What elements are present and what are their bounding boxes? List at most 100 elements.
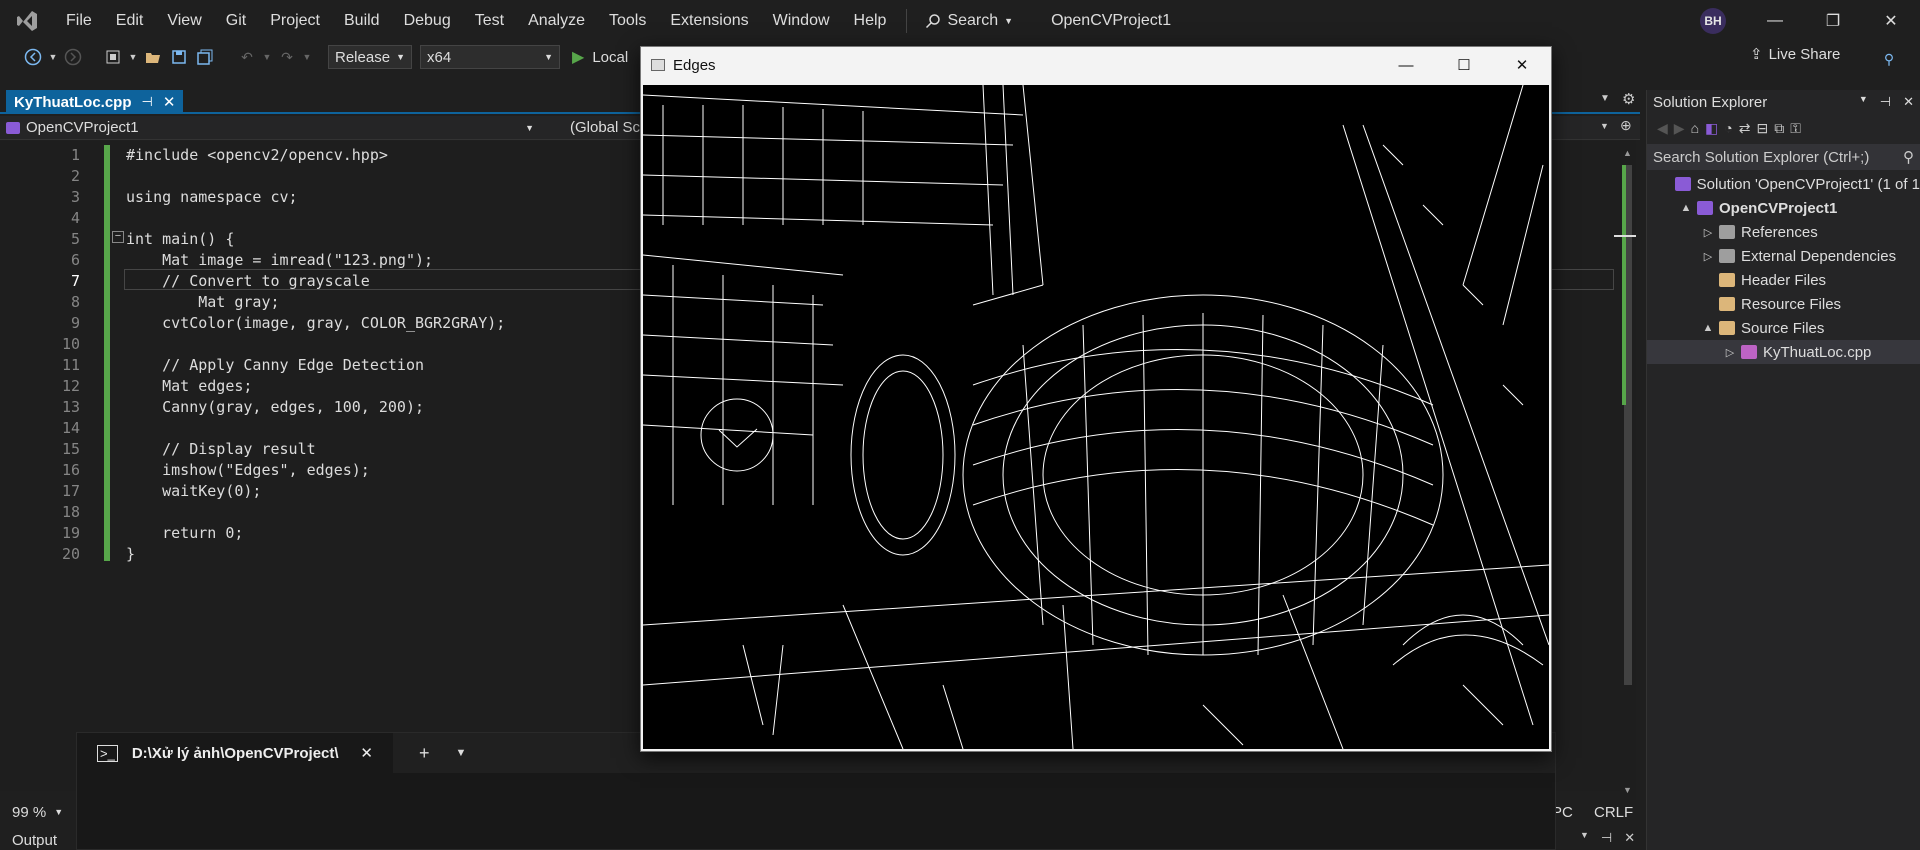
- collapsed-arrow-icon[interactable]: ▷: [1701, 226, 1715, 239]
- project-scope-dropdown[interactable]: OpenCVProject1 ▼: [0, 117, 540, 139]
- global-scope-dropdown[interactable]: (Global Sc: [564, 117, 646, 139]
- menu-debug[interactable]: Debug: [392, 6, 463, 36]
- menu-help[interactable]: Help: [842, 6, 899, 36]
- output-panel-tab[interactable]: Output: [0, 832, 69, 850]
- maximize-icon: ☐: [1457, 57, 1471, 74]
- chevron-down-icon[interactable]: ▼: [260, 44, 274, 70]
- scroll-up-icon[interactable]: ▲: [1623, 148, 1632, 158]
- edges-minimize-button[interactable]: —: [1377, 47, 1435, 83]
- chevron-down-icon[interactable]: ▼: [1600, 121, 1609, 131]
- close-tab-icon[interactable]: ✕: [163, 93, 176, 111]
- collapse-all-icon[interactable]: ⊟: [1756, 120, 1768, 137]
- user-avatar[interactable]: BH: [1700, 8, 1726, 34]
- menu-extensions[interactable]: Extensions: [658, 6, 760, 36]
- menu-file[interactable]: File: [54, 6, 104, 36]
- line-number: 13: [61, 398, 80, 416]
- pin-icon[interactable]: ⊣: [142, 94, 153, 110]
- line-number: 19: [61, 524, 80, 542]
- menu-test[interactable]: Test: [463, 6, 516, 36]
- tree-item-label: Solution 'OpenCVProject1' (1 of 1: [1696, 175, 1920, 193]
- terminal-tab[interactable]: >_ D:\Xử lý ảnh\OpenCVProject\ ✕: [77, 733, 393, 773]
- line-number: 3: [70, 188, 80, 206]
- start-debugging-button[interactable]: ▶ Local: [572, 47, 628, 67]
- menu-tools[interactable]: Tools: [597, 6, 658, 36]
- menu-edit[interactable]: Edit: [104, 6, 156, 36]
- chevron-down-icon[interactable]: ▼: [300, 44, 314, 70]
- tree-item[interactable]: ▷ External Dependencies: [1647, 244, 1920, 268]
- chevron-down-icon[interactable]: ▼: [1859, 94, 1868, 110]
- zoom-dropdown[interactable]: 99 % ▼: [12, 804, 63, 821]
- close-tab-icon[interactable]: ✕: [360, 744, 373, 762]
- expanded-arrow-icon[interactable]: ▲: [1701, 322, 1715, 334]
- expanded-arrow-icon[interactable]: ▲: [1679, 202, 1693, 214]
- switch-views-icon[interactable]: ◧: [1705, 120, 1718, 137]
- live-share-button[interactable]: ⇪ Live Share: [1750, 45, 1840, 64]
- close-icon[interactable]: ✕: [1903, 94, 1914, 110]
- edges-maximize-button[interactable]: ☐: [1435, 47, 1493, 83]
- collapse-icon[interactable]: −: [112, 231, 124, 243]
- redo-icon[interactable]: ↷: [274, 44, 300, 70]
- properties-icon[interactable]: ⚿: [1790, 120, 1801, 137]
- tree-item-label: Header Files: [1741, 271, 1827, 289]
- close-button[interactable]: ✕: [1862, 0, 1920, 42]
- menu-window[interactable]: Window: [761, 6, 842, 36]
- tree-item[interactable]: ▲ Source Files: [1647, 316, 1920, 340]
- tree-item[interactable]: Solution 'OpenCVProject1' (1 of 1: [1647, 172, 1920, 196]
- solution-configuration-dropdown[interactable]: Release ▼: [328, 45, 412, 69]
- solution-platform-dropdown[interactable]: x64 ▼: [420, 45, 560, 69]
- tree-item[interactable]: Header Files: [1647, 268, 1920, 292]
- scrollbar-caret-marker: [1614, 235, 1636, 237]
- tree-item-label: Resource Files: [1741, 295, 1842, 313]
- menu-git[interactable]: Git: [214, 6, 258, 36]
- edges-window[interactable]: Edges — ☐ ✕: [640, 46, 1552, 752]
- minimize-button[interactable]: —: [1746, 0, 1804, 42]
- collapsed-arrow-icon[interactable]: ▷: [1723, 346, 1737, 359]
- solution-explorer-search-input[interactable]: Search Solution Explorer (Ctrl+;) ⚲: [1647, 144, 1920, 170]
- line-ending-indicator[interactable]: CRLF: [1594, 804, 1633, 821]
- sync-icon[interactable]: ⇄: [1739, 120, 1751, 137]
- chevron-down-icon[interactable]: ▼: [126, 44, 140, 70]
- navigate-forward-icon[interactable]: [60, 44, 86, 70]
- edges-close-button[interactable]: ✕: [1493, 47, 1551, 83]
- solution-explorer-toolbar: ◀ ▶ ⌂ ◧ ◔ ⇄ ⊟ ⧉ ⚿: [1647, 114, 1920, 142]
- search-button[interactable]: Search ▼: [915, 12, 1023, 30]
- undo-icon[interactable]: ↶: [234, 44, 260, 70]
- split-view-icon[interactable]: ⊕: [1620, 117, 1632, 134]
- pin-icon[interactable]: ⊣: [1601, 830, 1612, 846]
- visual-studio-logo-icon[interactable]: [0, 0, 54, 42]
- home-icon[interactable]: ⌂: [1691, 120, 1699, 136]
- pending-changes-filter-icon[interactable]: ◔: [1724, 120, 1732, 136]
- menu-analyze[interactable]: Analyze: [516, 6, 597, 36]
- open-folder-icon[interactable]: [140, 44, 166, 70]
- collapsed-arrow-icon[interactable]: ▷: [1701, 250, 1715, 263]
- pin-icon[interactable]: ⊣: [1880, 94, 1891, 110]
- chevron-down-icon[interactable]: ▼: [46, 44, 60, 70]
- tree-item[interactable]: Resource Files: [1647, 292, 1920, 316]
- save-all-icon[interactable]: [192, 44, 218, 70]
- chevron-down-icon[interactable]: ▼: [1580, 830, 1589, 846]
- tree-item[interactable]: ▷ KyThuatLoc.cpp: [1647, 340, 1920, 364]
- show-all-files-icon[interactable]: ⧉: [1774, 120, 1784, 137]
- restore-button[interactable]: ❐: [1804, 0, 1862, 42]
- tree-item[interactable]: ▷ References: [1647, 220, 1920, 244]
- tree-item[interactable]: ▲ OpenCVProject1: [1647, 196, 1920, 220]
- line-number: 17: [61, 482, 80, 500]
- new-item-icon[interactable]: [100, 44, 126, 70]
- new-tab-icon[interactable]: +: [419, 743, 430, 764]
- save-icon[interactable]: [166, 44, 192, 70]
- back-icon[interactable]: ◀: [1657, 120, 1668, 137]
- feedback-icon[interactable]: ⚲: [1876, 46, 1902, 72]
- tree-item-label: KyThuatLoc.cpp: [1763, 343, 1872, 361]
- menu-build[interactable]: Build: [332, 6, 392, 36]
- menu-project[interactable]: Project: [258, 6, 332, 36]
- forward-icon[interactable]: ▶: [1674, 120, 1685, 137]
- tab-label: KyThuatLoc.cpp: [14, 93, 132, 111]
- menu-view[interactable]: View: [155, 6, 213, 36]
- tab-list-dropdown-icon[interactable]: ▼: [1600, 93, 1610, 104]
- settings-gear-icon[interactable]: ⚙: [1622, 90, 1635, 108]
- scroll-down-icon[interactable]: ▼: [1623, 785, 1632, 795]
- tab-kythuatloc-cpp[interactable]: KyThuatLoc.cpp ⊣ ✕: [6, 90, 184, 114]
- close-icon[interactable]: ✕: [1624, 830, 1635, 846]
- navigate-back-icon[interactable]: [20, 44, 46, 70]
- chevron-down-icon[interactable]: ▼: [456, 747, 467, 759]
